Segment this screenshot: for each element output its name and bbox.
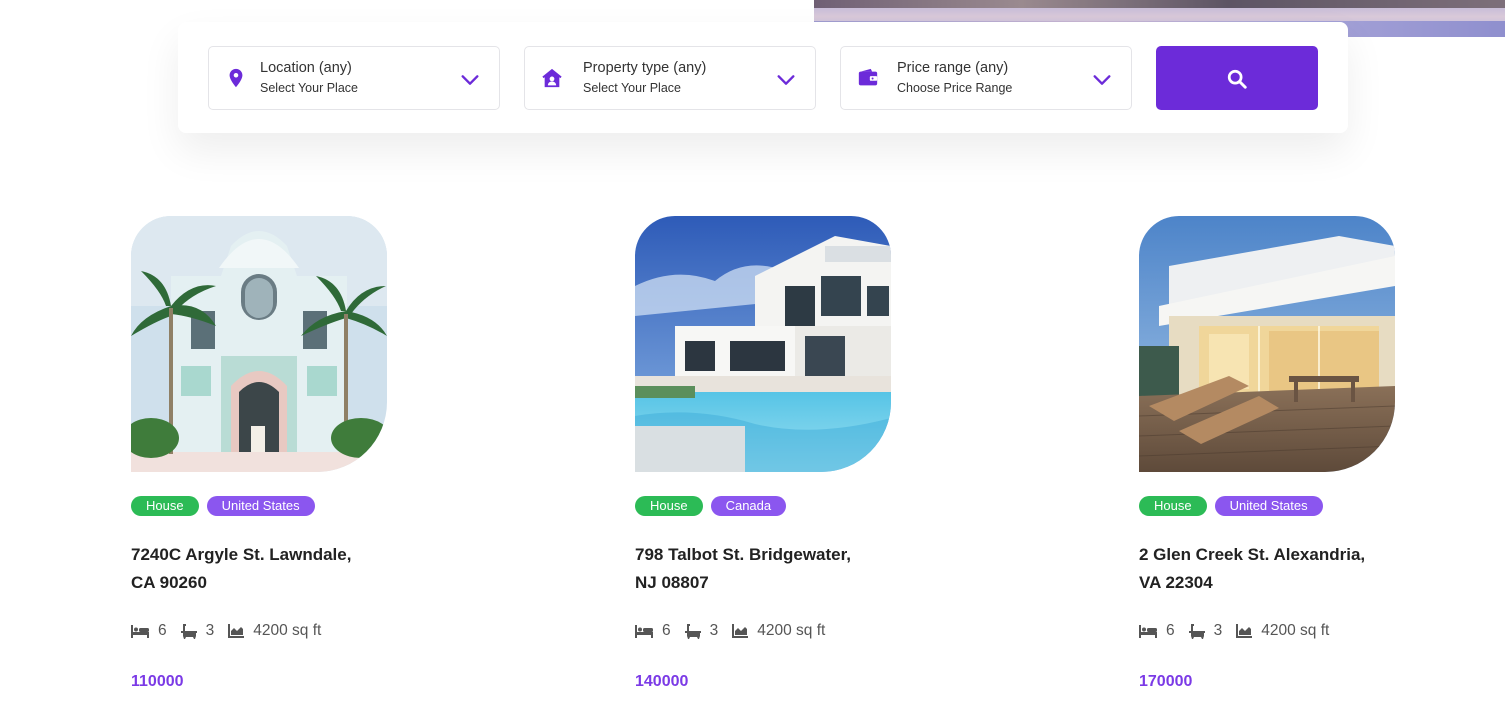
listing-stats: 6 3 4200 sq ft	[635, 622, 839, 640]
hero-shore	[814, 0, 1505, 8]
listing-price: 170000	[1139, 673, 1193, 690]
baths-stat: 3	[1188, 622, 1223, 640]
listing-card[interactable]: House Canada 798 Talbot St. Bridgewater,…	[635, 216, 935, 690]
property-type-subtitle: Select Your Place	[583, 81, 681, 95]
listing-price: 110000	[131, 673, 184, 690]
property-type-badge[interactable]: House	[1139, 496, 1207, 516]
location-dropdown[interactable]: Location (any) Select Your Place	[208, 46, 500, 110]
listing-card[interactable]: House United States 7240C Argyle St. Law…	[131, 216, 431, 690]
home-user-icon	[542, 68, 562, 88]
listing-photo[interactable]	[1139, 216, 1395, 472]
baths-count: 3	[709, 622, 719, 639]
address-line-2: VA 22304	[1139, 573, 1213, 592]
listing-address[interactable]: 7240C Argyle St. Lawndale, CA 90260	[131, 541, 411, 597]
map-pin-icon	[229, 68, 243, 88]
location-title: Location (any)	[260, 60, 352, 76]
listing-photo[interactable]	[635, 216, 891, 472]
country-badge[interactable]: United States	[1214, 496, 1323, 516]
address-line-2: NJ 08807	[635, 573, 709, 592]
area-chart-icon	[732, 624, 749, 638]
baths-stat: 3	[684, 622, 719, 640]
search-icon	[1227, 69, 1247, 89]
bed-icon	[1139, 625, 1157, 638]
property-type-badge[interactable]: House	[131, 496, 199, 516]
bath-icon	[1188, 623, 1205, 639]
price-range-dropdown[interactable]: Price range (any) Choose Price Range	[840, 46, 1132, 110]
wallet-icon	[858, 68, 878, 86]
beds-count: 6	[158, 622, 167, 639]
listing-address[interactable]: 2 Glen Creek St. Alexandria, VA 22304	[1139, 541, 1419, 597]
listing-card[interactable]: House United States 2 Glen Creek St. Ale…	[1139, 216, 1439, 690]
beds-count: 6	[1166, 622, 1175, 639]
baths-count: 3	[1213, 622, 1223, 639]
address-line-1: 7240C Argyle St. Lawndale,	[131, 545, 352, 564]
area-stat: 4200 sq ft	[1236, 622, 1329, 640]
listing-photo[interactable]	[131, 216, 387, 472]
listing-badges: House Canada	[635, 496, 787, 516]
baths-stat: 3	[180, 622, 215, 640]
beds-stat: 6	[1139, 622, 1175, 640]
price-range-subtitle: Choose Price Range	[897, 81, 1013, 95]
listing-price: 140000	[635, 673, 689, 690]
property-search-bar: Location (any) Select Your Place Propert…	[178, 22, 1348, 133]
price-range-title: Price range (any)	[897, 60, 1009, 76]
listing-badges: House United States	[1139, 496, 1323, 516]
location-subtitle: Select Your Place	[260, 81, 358, 95]
bed-icon	[131, 625, 149, 638]
area-chart-icon	[228, 624, 245, 638]
property-type-badge[interactable]: House	[635, 496, 703, 516]
chevron-down-icon	[1093, 75, 1111, 85]
beds-stat: 6	[131, 622, 167, 640]
area-value: 4200 sq ft	[253, 622, 322, 639]
listing-stats: 6 3 4200 sq ft	[131, 622, 335, 640]
listing-badges: House United States	[131, 496, 315, 516]
area-value: 4200 sq ft	[1261, 622, 1330, 639]
baths-count: 3	[205, 622, 215, 639]
listing-stats: 6 3 4200 sq ft	[1139, 622, 1343, 640]
chevron-down-icon	[461, 75, 479, 85]
listing-address[interactable]: 798 Talbot St. Bridgewater, NJ 08807	[635, 541, 915, 597]
bath-icon	[684, 623, 701, 639]
beds-stat: 6	[635, 622, 671, 640]
chevron-down-icon	[777, 75, 795, 85]
house-photo-white-villa	[131, 216, 387, 472]
address-line-2: CA 90260	[131, 573, 207, 592]
country-badge[interactable]: United States	[206, 496, 315, 516]
property-type-title: Property type (any)	[583, 60, 707, 76]
area-chart-icon	[1236, 624, 1253, 638]
address-line-1: 2 Glen Creek St. Alexandria,	[1139, 545, 1366, 564]
house-photo-deck-villa	[1139, 216, 1395, 472]
house-photo-modern-pool	[635, 216, 891, 472]
bed-icon	[635, 625, 653, 638]
area-stat: 4200 sq ft	[732, 622, 825, 640]
address-line-1: 798 Talbot St. Bridgewater,	[635, 545, 852, 564]
area-stat: 4200 sq ft	[228, 622, 321, 640]
property-type-dropdown[interactable]: Property type (any) Select Your Place	[524, 46, 816, 110]
country-badge[interactable]: Canada	[710, 496, 787, 516]
bath-icon	[180, 623, 197, 639]
area-value: 4200 sq ft	[757, 622, 826, 639]
search-button[interactable]	[1156, 46, 1318, 110]
beds-count: 6	[662, 622, 671, 639]
